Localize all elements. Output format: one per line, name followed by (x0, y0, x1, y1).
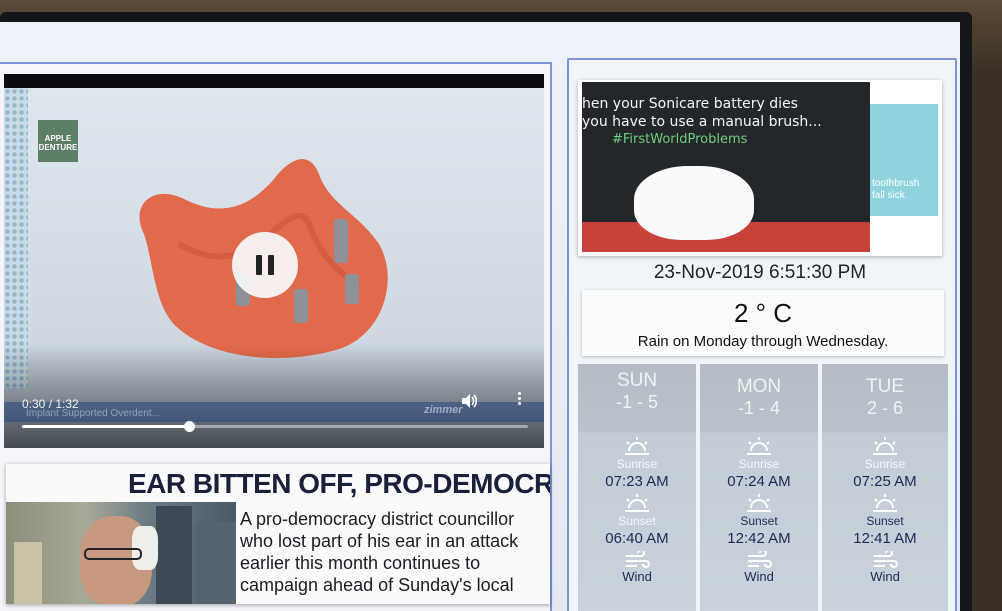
sunrise-label: Sunrise (616, 457, 658, 471)
building (156, 506, 192, 604)
meme-line-1: hen your Sonicare battery dies (582, 96, 798, 112)
forecast-day-sun: SUN -1 - 5 Sunrise 07:23 AM Sunset 06:40… (578, 364, 696, 611)
meme-image: hen your Sonicare battery dies you have … (582, 82, 870, 252)
pause-icon-bar (268, 255, 274, 275)
pause-button[interactable] (232, 232, 298, 298)
forecast-day-mon: MON -1 - 4 Sunrise 07:24 AM Sunset 12:42… (700, 364, 818, 611)
sunset-label: Sunset (740, 514, 778, 528)
building (196, 522, 236, 604)
day-name: TUE (866, 376, 904, 397)
day-temp-range: 2 - 6 (866, 398, 904, 418)
video-pattern-strip (4, 88, 28, 388)
video-progress-fill (22, 425, 189, 428)
wind-icon (748, 551, 772, 568)
sunset-label: Sunset (866, 514, 904, 528)
sunset-icon (747, 494, 771, 512)
current-datetime: 23-Nov-2019 6:51:30 PM (653, 262, 867, 283)
apple-denture-logo: APPLE DENTURE (38, 120, 78, 162)
wind-label: Wind (744, 569, 774, 584)
current-temperature: 2 ° C (733, 298, 793, 328)
weather-summary: Rain on Monday through Wednesday. (637, 333, 889, 350)
meme-side-image: toothbrush fall sick. (870, 104, 938, 216)
wind-label: Wind (870, 569, 900, 584)
day-name: MON (736, 376, 782, 397)
wind-label: Wind (622, 569, 652, 584)
pause-icon (256, 255, 262, 275)
news-photo (6, 502, 236, 604)
video-progress-bar[interactable] (22, 421, 528, 432)
meme-line-2: you have to use a manual brush... (582, 114, 822, 130)
current-weather: 2 ° C Rain on Monday through Wednesday. (582, 290, 944, 356)
video-player[interactable]: APPLE DENTURE Implant Supported Overdent… (4, 74, 544, 448)
video-progress-thumb[interactable] (183, 421, 195, 432)
sunset-time: 12:42 AM (727, 530, 791, 547)
sunset-time: 12:41 AM (853, 530, 917, 547)
sunset-icon (625, 494, 649, 512)
news-card: EAR BITTEN OFF, PRO-DEMOCR A pro-democra… (6, 464, 550, 604)
forecast-day-tue: TUE 2 - 6 Sunrise 07:25 AM Sunset 12:41 … (822, 364, 948, 611)
sunrise-time: 07:23 AM (605, 473, 669, 490)
forecast-days: SUN -1 - 5 Sunrise 07:23 AM Sunset 06:40… (578, 364, 952, 611)
sunrise-time: 07:25 AM (853, 473, 917, 490)
tooth-illustration (634, 166, 754, 240)
display-screen: APPLE DENTURE Implant Supported Overdent… (0, 22, 960, 611)
meme-side-line-1: toothbrush (872, 178, 920, 189)
sunrise-icon (873, 437, 897, 455)
sunrise-time: 07:24 AM (727, 473, 791, 490)
news-headline: EAR BITTEN OFF, PRO-DEMOCR (128, 468, 550, 499)
zimmer-watermark: zimmer (424, 404, 463, 416)
wind-icon (874, 551, 898, 568)
volume-icon[interactable] (460, 392, 478, 410)
day-temp-range: -1 - 4 (737, 398, 780, 418)
sunset-icon (873, 494, 897, 512)
sunrise-icon (747, 437, 771, 455)
day-temp-range: -1 - 5 (615, 392, 658, 412)
sunrise-label: Sunrise (864, 457, 906, 471)
sunset-time: 06:40 AM (605, 530, 669, 547)
glasses (84, 548, 142, 560)
meme-side-line-2: fall sick. (872, 190, 908, 201)
building (14, 542, 42, 604)
day-name: SUN (616, 370, 658, 391)
news-body: A pro-democracy district councillor who … (240, 509, 519, 595)
sunrise-icon (625, 437, 649, 455)
wind-icon (626, 551, 650, 568)
meme-card: hen your Sonicare battery dies you have … (578, 80, 942, 256)
meme-hashtag: #FirstWorldProblems (612, 132, 748, 147)
sunset-label: Sunset (618, 514, 656, 528)
more-options-icon[interactable] (516, 392, 522, 408)
video-time: 0:30 / 1:32 (22, 397, 79, 411)
sunrise-label: Sunrise (738, 457, 780, 471)
